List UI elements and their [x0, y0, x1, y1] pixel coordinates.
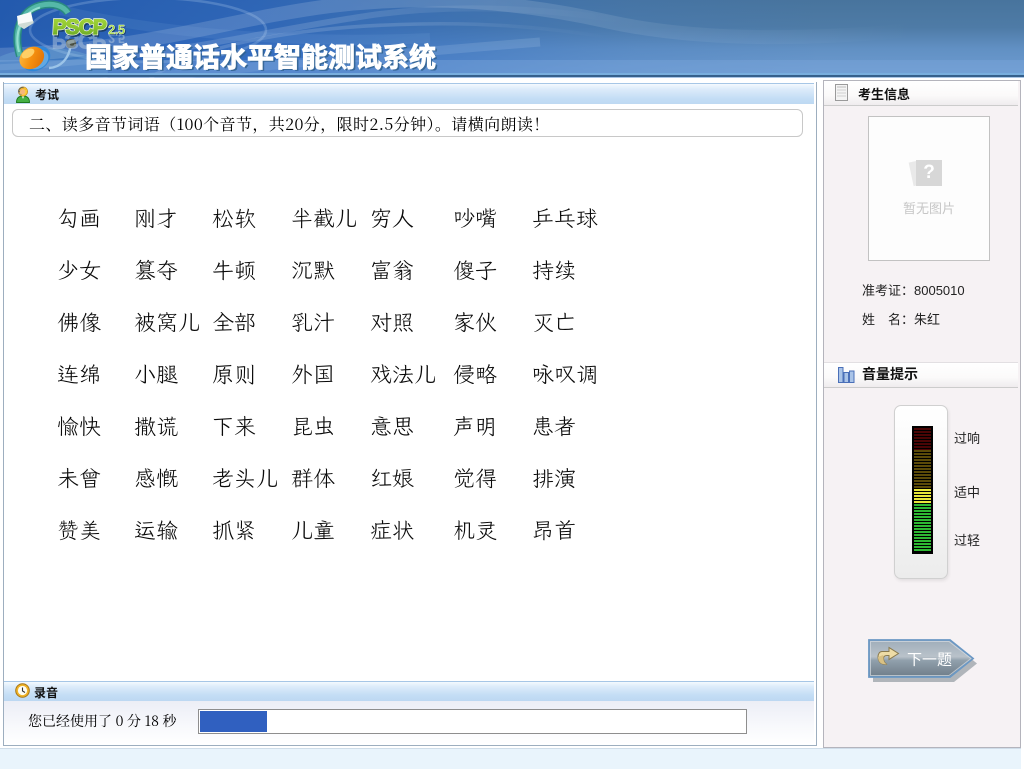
svg-text:国家普通话水平智能测试系统: 国家普通话水平智能测试系统	[85, 36, 436, 75]
svg-text:2.5: 2.5	[108, 22, 125, 37]
svg-text:下一题: 下一题	[907, 649, 952, 670]
